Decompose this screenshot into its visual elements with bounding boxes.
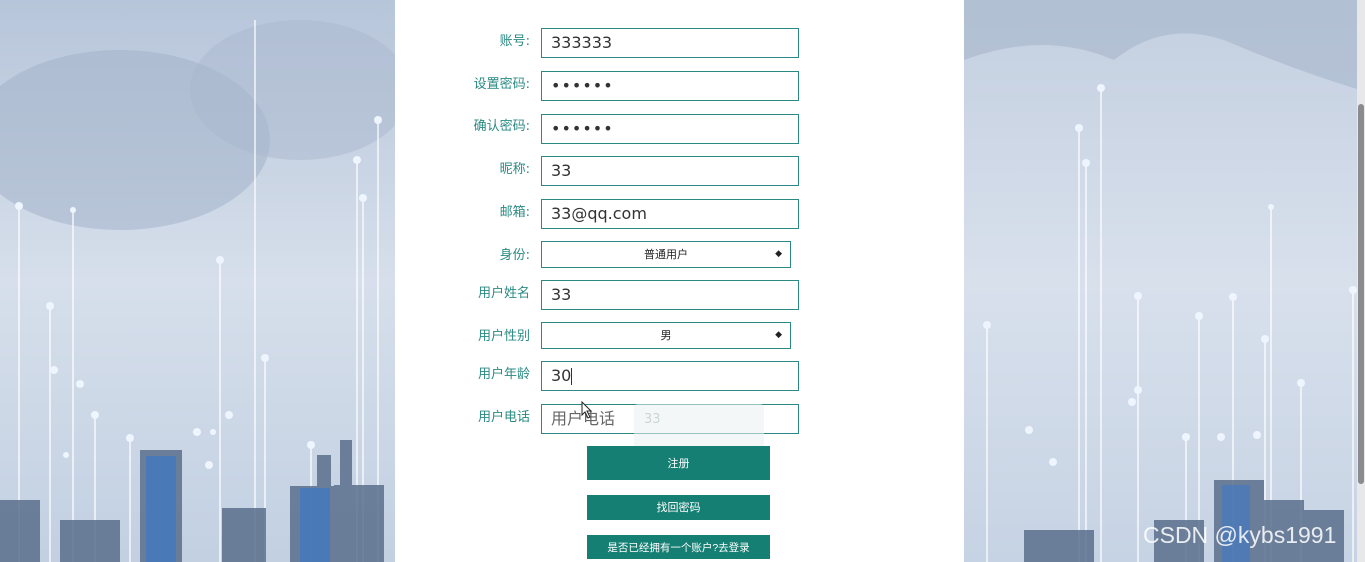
background-city-left (0, 0, 395, 562)
register-panel: 账号: 333333 设置密码: •••••• 确认密码: •••••• 昵称:… (395, 0, 964, 562)
email-label: 邮箱: (499, 205, 530, 220)
identity-select[interactable]: 普通用户 ◆ (541, 241, 791, 268)
confirm-password-input[interactable]: •••••• (541, 114, 799, 144)
mouse-cursor-icon (581, 401, 593, 419)
csdn-watermark: CSDN @kybs1991 (1143, 522, 1337, 548)
recover-password-button[interactable]: 找回密码 (587, 495, 770, 520)
age-label: 用户年龄 (477, 367, 530, 382)
background-city-right (964, 0, 1360, 562)
gender-label: 用户性别 (477, 329, 530, 344)
confirm-password-label: 确认密码: (473, 119, 530, 134)
text-caret (571, 368, 573, 385)
email-input[interactable]: 33@qq.com (541, 199, 799, 229)
phone-label: 用户电话 (477, 410, 530, 425)
account-input[interactable]: 333333 (541, 28, 799, 58)
nickname-input[interactable]: 33 (541, 156, 799, 186)
age-input-value: 30 (551, 366, 572, 385)
register-button[interactable]: 注册 (587, 446, 770, 480)
gender-select-value: 男 (660, 329, 672, 342)
nickname-label: 昵称: (499, 162, 530, 177)
gender-select[interactable]: 男 ◆ (541, 322, 791, 349)
select-arrows-icon: ◆ (775, 249, 782, 259)
scrollbar-thumb[interactable] (1358, 104, 1364, 484)
set-password-input[interactable]: •••••• (541, 71, 799, 101)
identity-label: 身份: (499, 248, 530, 263)
go-login-button[interactable]: 是否已经拥有一个账户?去登录 (587, 535, 770, 559)
select-arrows-icon: ◆ (775, 330, 782, 340)
name-label: 用户姓名 (477, 286, 530, 301)
identity-select-value: 普通用户 (644, 248, 688, 261)
age-input[interactable]: 30 (541, 361, 799, 391)
autofill-suggestion-text: 33 (644, 412, 661, 427)
account-label: 账号: (499, 34, 530, 49)
name-input[interactable]: 33 (541, 280, 799, 310)
set-password-label: 设置密码: (473, 77, 530, 92)
